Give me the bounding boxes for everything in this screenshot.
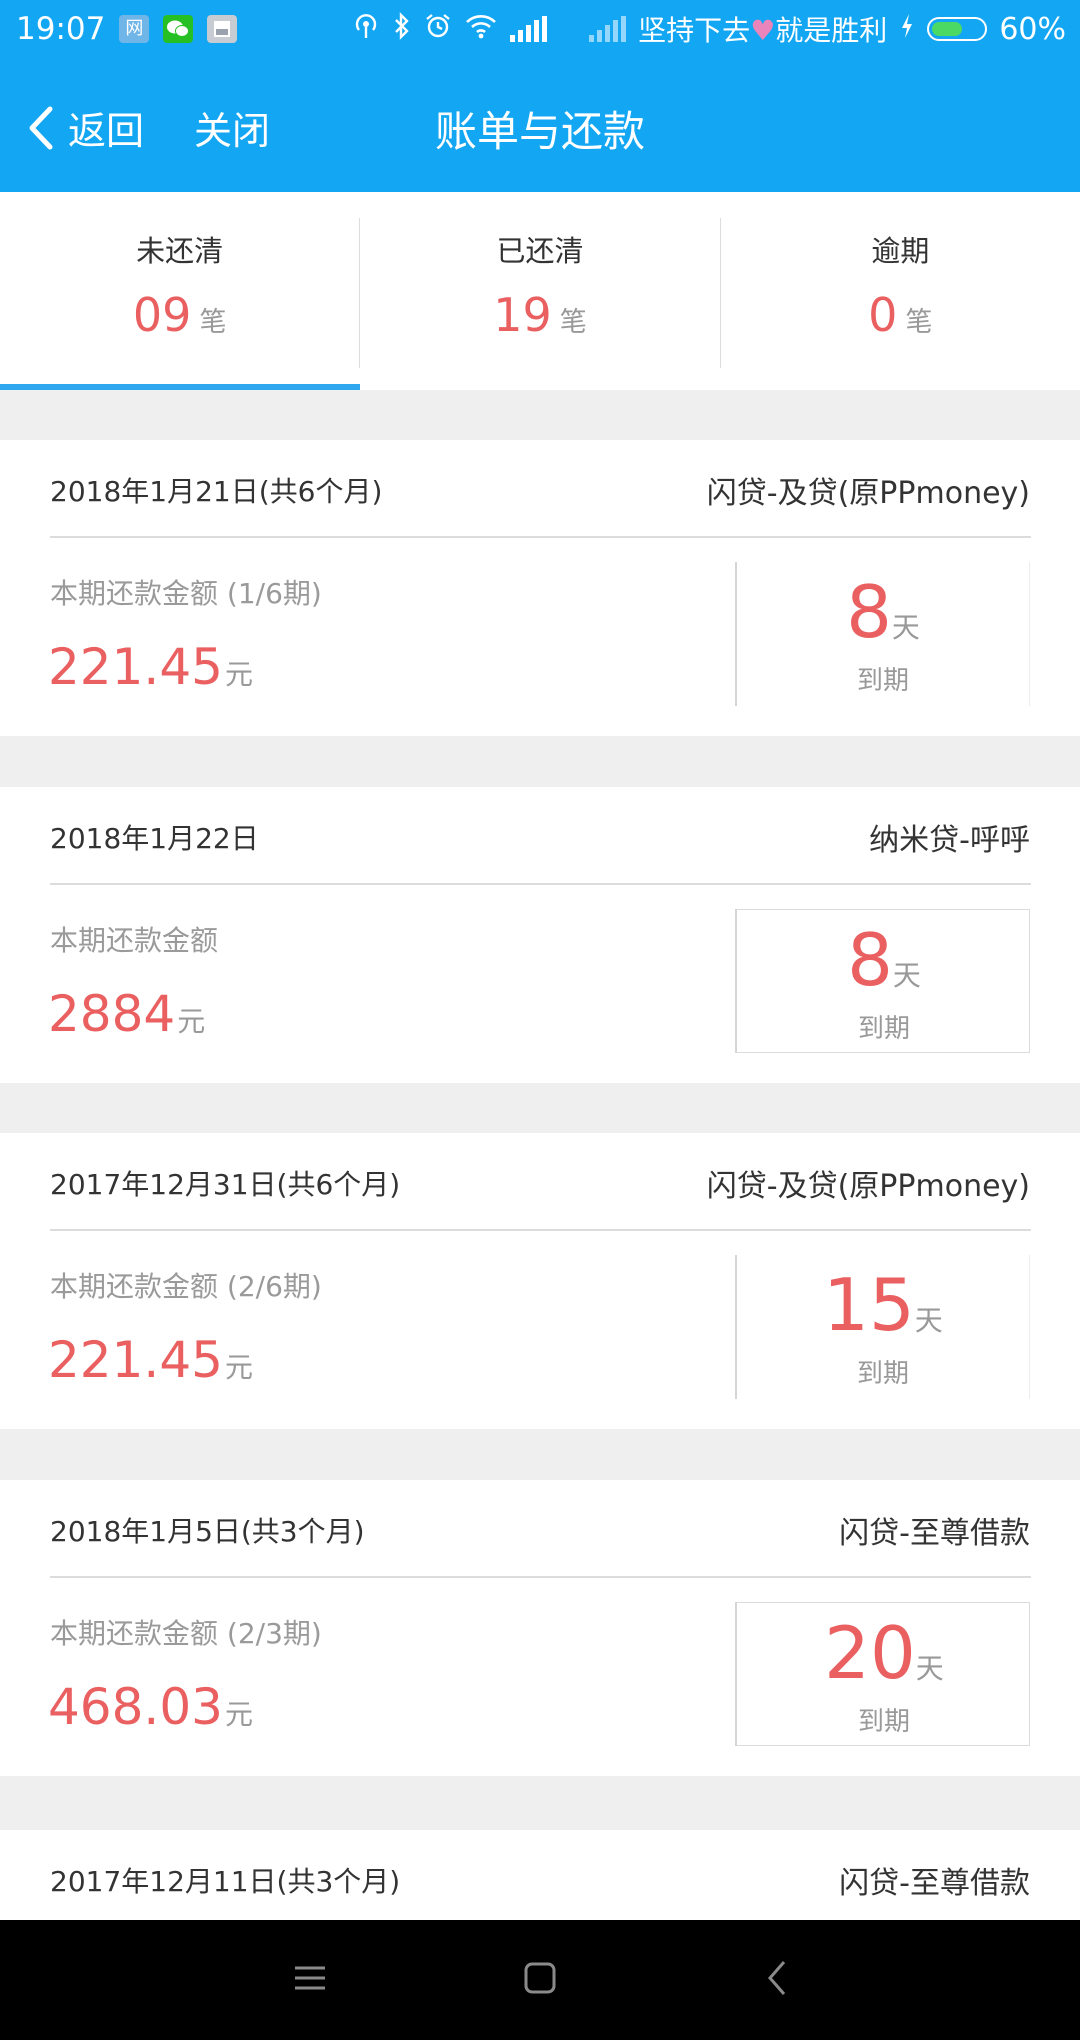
due-box: 15天 到期 — [736, 1255, 1030, 1399]
divider — [50, 536, 1031, 538]
status-time: 19:07 — [16, 11, 106, 47]
battery-icon — [927, 17, 988, 41]
menu-button[interactable] — [292, 1958, 328, 2002]
due-box: 8天 到期 — [736, 562, 1030, 706]
back-arrow-icon — [768, 1961, 786, 1995]
bill-date: 2018年1月21日(共6个月) — [50, 475, 383, 508]
bluetooth-icon — [392, 11, 412, 47]
vertical-divider — [735, 909, 737, 1053]
nav-bar: 返回 关闭 账单与还款 — [0, 58, 1080, 192]
menu-icon — [295, 1966, 325, 1990]
bill-card[interactable]: 2017年12月31日(共6个月) 闪贷-及贷(原PPmoney) 本期还款金额… — [0, 1133, 1080, 1429]
currency-unit: 元 — [177, 1005, 206, 1038]
charging-icon — [899, 12, 915, 47]
signal-secondary-icon — [589, 16, 627, 42]
gallery-icon — [207, 15, 238, 43]
bill-card[interactable]: 2018年1月21日(共6个月) 闪贷-及贷(原PPmoney) 本期还款金额 … — [0, 440, 1080, 736]
carrier-text-part2: 就是胜利 — [775, 14, 888, 47]
due-box: 8天 到期 — [736, 909, 1030, 1053]
bill-lender: 闪贷-至尊借款 — [839, 1866, 1030, 1901]
wechat-icon — [163, 15, 194, 43]
amount-label: 本期还款金额 (1/6期) — [50, 577, 322, 610]
bill-date: 2017年12月11日(共3个月) — [50, 1865, 401, 1898]
bill-date: 2017年12月31日(共6个月) — [50, 1168, 401, 1201]
battery-fill — [932, 22, 963, 36]
status-bar: 19:07 网 坚持下去♥就是胜利 60% — [0, 0, 1080, 58]
due-box: 20天 到期 — [736, 1602, 1030, 1746]
tab-label: 未还清 — [136, 234, 224, 268]
bill-card[interactable]: 2017年12月11日(共3个月) 闪贷-至尊借款 — [0, 1830, 1080, 1920]
bill-lender: 闪贷-及贷(原PPmoney) — [706, 1169, 1030, 1204]
bill-card[interactable]: 2018年1月22日 纳米贷-呼呼 本期还款金额 2884元 8天 到期 — [0, 787, 1080, 1083]
carrier-text: 坚持下去♥就是胜利 — [638, 9, 887, 49]
divider — [50, 883, 1031, 885]
due-label: 到期 — [857, 1014, 910, 1044]
hotspot-icon — [352, 12, 380, 47]
tab-count: 19 — [493, 288, 552, 342]
tab-unpaid[interactable]: 未还清 09 笔 — [0, 218, 361, 368]
system-back-button[interactable] — [762, 1958, 792, 2002]
due-days: 8 — [846, 570, 892, 654]
tab-label: 已还清 — [496, 234, 584, 268]
amount-value: 2884 — [48, 985, 176, 1043]
tab-count: 0 — [868, 288, 898, 342]
due-days: 15 — [823, 1263, 915, 1347]
tab-unit: 笔 — [199, 307, 227, 338]
currency-unit: 元 — [224, 1351, 253, 1384]
heart-icon: ♥ — [750, 14, 776, 47]
currency-unit: 元 — [224, 658, 253, 691]
news-app-icon: 网 — [119, 15, 150, 43]
currency-unit: 元 — [224, 1698, 253, 1731]
amount-value: 221.45 — [48, 1331, 223, 1389]
battery-percent: 60% — [999, 11, 1066, 47]
amount-value: 221.45 — [48, 638, 223, 696]
tab-count: 09 — [132, 288, 192, 342]
due-days-unit: 天 — [891, 611, 920, 644]
divider — [50, 1576, 1031, 1578]
page-title: 账单与还款 — [434, 107, 645, 156]
bill-lender: 闪贷-至尊借款 — [839, 1516, 1030, 1551]
active-tab-indicator — [0, 384, 360, 390]
due-label: 到期 — [857, 1707, 910, 1737]
bill-date: 2018年1月5日(共3个月) — [50, 1515, 365, 1548]
divider — [50, 1229, 1031, 1231]
amount-label: 本期还款金额 (2/3期) — [50, 1617, 322, 1650]
vertical-divider — [735, 1255, 737, 1399]
tab-overdue[interactable]: 逾期 0笔 — [721, 218, 1080, 368]
amount-value: 468.03 — [48, 1678, 223, 1736]
home-button[interactable] — [522, 1958, 558, 2002]
bill-lender: 纳米贷-呼呼 — [869, 823, 1030, 858]
tab-paid[interactable]: 已还清 19 笔 — [360, 218, 721, 368]
system-nav-bar — [0, 1920, 1080, 2040]
due-days: 20 — [824, 1611, 916, 1695]
amount-label: 本期还款金额 — [50, 924, 219, 957]
tab-unit: 笔 — [559, 307, 587, 338]
due-days: 8 — [847, 918, 893, 1002]
wifi-icon — [464, 12, 498, 47]
home-icon — [524, 1962, 556, 1994]
tab-label: 逾期 — [871, 234, 930, 268]
due-label: 到期 — [856, 1359, 909, 1389]
due-label: 到期 — [856, 666, 909, 696]
tab-unit: 笔 — [905, 307, 933, 338]
due-days-unit: 天 — [892, 959, 921, 992]
bill-date: 2018年1月22日 — [50, 822, 259, 855]
amount-label: 本期还款金额 (2/6期) — [50, 1270, 322, 1303]
bill-card[interactable]: 2018年1月5日(共3个月) 闪贷-至尊借款 本期还款金额 (2/3期) 46… — [0, 1480, 1080, 1776]
vertical-divider — [735, 1602, 737, 1746]
due-days-unit: 天 — [914, 1304, 943, 1337]
vertical-divider — [735, 562, 737, 706]
bill-tabs: 未还清 09 笔 已还清 19 笔 逾期 0笔 — [0, 192, 1080, 390]
carrier-text-part1: 坚持下去 — [638, 14, 751, 47]
signal-icon — [510, 16, 548, 42]
alarm-icon — [424, 12, 452, 47]
due-days-unit: 天 — [915, 1652, 944, 1685]
bill-lender: 闪贷-及贷(原PPmoney) — [706, 476, 1030, 511]
